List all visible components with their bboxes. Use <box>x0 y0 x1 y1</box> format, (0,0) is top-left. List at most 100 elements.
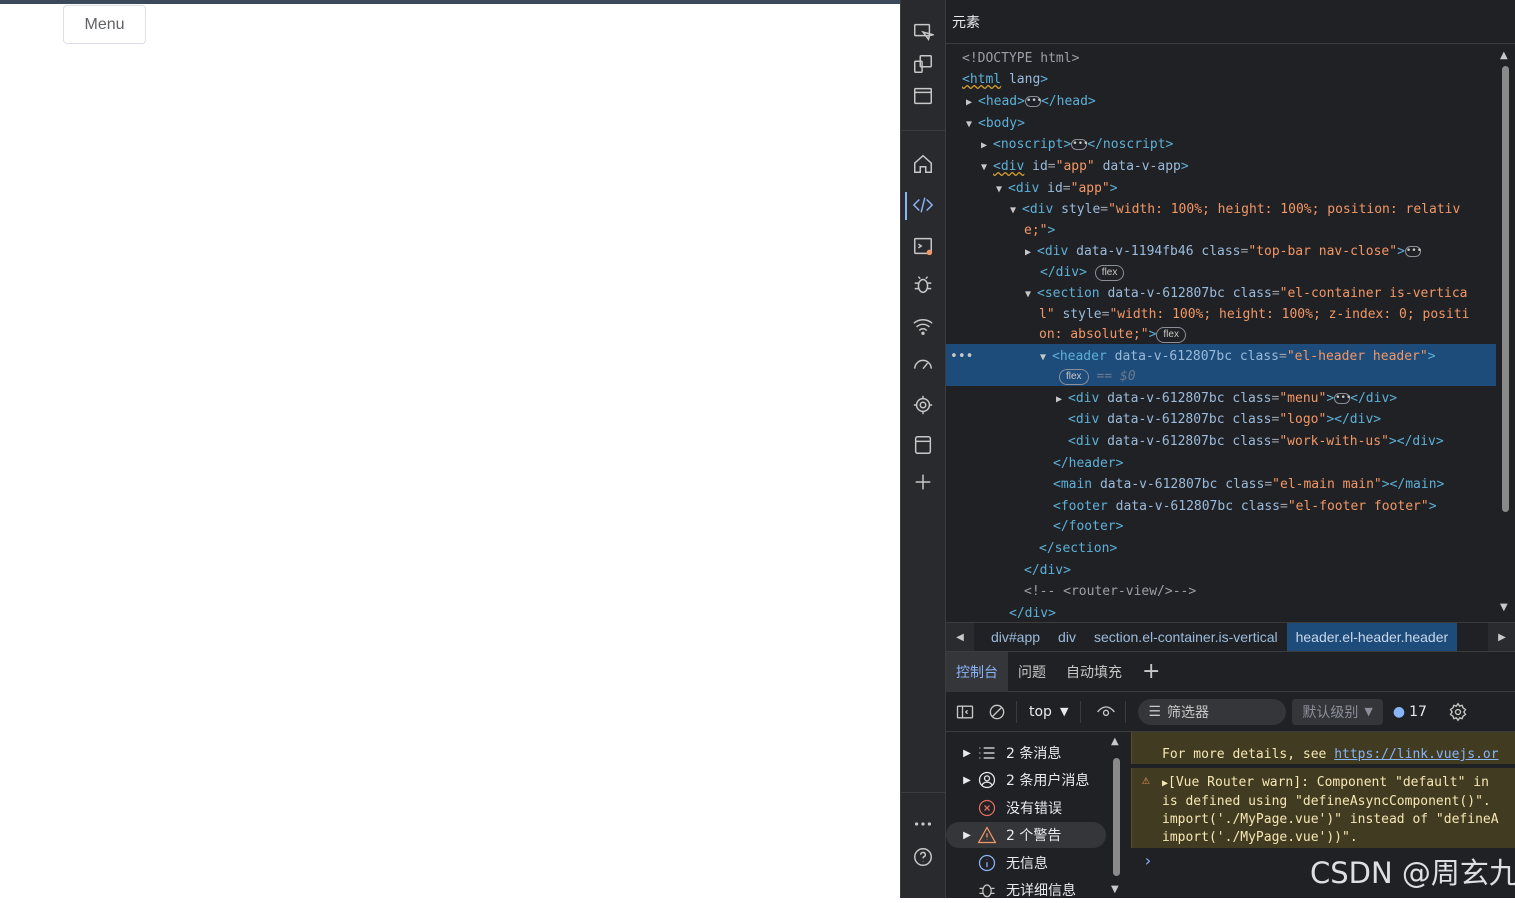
docs-link[interactable]: https://link.vuejs.or <box>1334 747 1498 762</box>
console-toolbar: top ▼ ☰ 筛选器 默认级别 ▼ ● 17 <box>946 692 1515 732</box>
console-warning[interactable]: ⚠ ▶[Vue Router warn]: Component "default… <box>1131 768 1515 848</box>
dom-node[interactable]: ▶ <noscript>•••</noscript> <box>981 134 1496 155</box>
dom-node-wrap: on: absolute;"> flex <box>1039 324 1496 345</box>
web-page: Menu <box>0 0 900 898</box>
sidebar-item-info[interactable]: 无信息 <box>946 850 1106 876</box>
dom-node[interactable]: </div> <box>1024 560 1496 581</box>
inspect-icon[interactable] <box>911 20 935 44</box>
breadcrumb-item[interactable]: div#app <box>982 623 1049 651</box>
message-icon: ● <box>1392 703 1406 720</box>
list-icon <box>976 742 998 764</box>
console-prompt-icon[interactable]: › <box>1143 852 1153 870</box>
breadcrumb: ◀ div#app div section.el-container.is-ve… <box>946 622 1515 652</box>
settings-gear-icon[interactable] <box>1445 699 1471 725</box>
sidebar-item-errors[interactable]: 没有错误 <box>946 795 1106 821</box>
dom-node[interactable]: ▼ <section data-v-612807bc class="el-cont… <box>1025 283 1496 304</box>
dom-node[interactable]: <!DOCTYPE html> <box>962 48 1496 69</box>
info-icon <box>976 852 998 874</box>
dom-node[interactable]: <main data-v-612807bc class="el-main mai… <box>1053 474 1496 495</box>
tab-issues[interactable]: 问题 <box>1008 652 1056 692</box>
tab-console[interactable]: 控制台 <box>946 651 1008 692</box>
dom-node[interactable]: ▼ <div style="width: 100%; height: 100%; … <box>1010 199 1496 220</box>
help-icon[interactable] <box>911 845 935 869</box>
device-toggle-icon[interactable] <box>911 52 935 76</box>
dropdown-icon: ▼ <box>1364 705 1373 718</box>
context-selector[interactable]: top ▼ <box>1023 704 1074 720</box>
network-icon[interactable] <box>911 314 935 338</box>
sidebar-item-warnings[interactable]: ▶ 2 个警告 <box>946 822 1106 848</box>
console-sidebar: ▶ 2 条消息 ▶ 2 条用户消息 没有错误 ▶ 2 个警告 无信息 无详细信息 <box>946 732 1129 899</box>
elements-scrollbar[interactable]: ▲ ▼ <box>1498 50 1512 616</box>
dom-node[interactable]: </div> <box>1009 603 1496 620</box>
message-count-badge[interactable]: ● 17 <box>1393 704 1427 720</box>
sidebar-toggle-icon[interactable] <box>952 699 978 725</box>
dom-node-wrap: </div> flex <box>1040 262 1496 283</box>
scrollbar-thumb[interactable] <box>1113 758 1120 876</box>
dom-node[interactable]: ▶ <div data-v-1194fb46 class="top-bar nav… <box>1025 241 1496 262</box>
clear-console-icon[interactable] <box>984 699 1010 725</box>
sidebar-item-verbose[interactable]: 无详细信息 <box>946 877 1106 903</box>
dom-node[interactable]: ▼ <div id="app" data-v-app> <box>981 156 1496 177</box>
watermark: CSDN @周玄九 <box>1310 856 1515 890</box>
flex-badge[interactable]: flex <box>1059 368 1089 385</box>
dom-node-wrap: flex == $0 <box>1059 366 1496 387</box>
elements-title: 元素 <box>946 0 1515 44</box>
performance-icon[interactable] <box>911 353 935 377</box>
scrollbar-thumb[interactable] <box>1502 66 1509 512</box>
elements-panel: 元素 <!DOCTYPE html> <html lang> ▶ <head>••… <box>946 0 1515 652</box>
warning-icon: ⚠ <box>1142 773 1150 788</box>
breadcrumb-item[interactable]: section.el-container.is-vertical <box>1085 623 1287 651</box>
log-level-select[interactable]: 默认级别 ▼ <box>1292 698 1383 725</box>
dom-node[interactable]: </header> <box>1053 453 1496 474</box>
dom-node[interactable]: ▼ <div id="app"> <box>996 178 1496 199</box>
dom-comment[interactable]: <!-- <router-view/>--> <box>1024 581 1496 602</box>
dom-node-wrap: l" style="width: 100%; height: 100%; z-i… <box>1039 307 1470 322</box>
filter-icon: ☰ <box>1148 703 1161 720</box>
sidebar-item-messages[interactable]: ▶ 2 条消息 <box>946 740 1106 766</box>
home-icon[interactable] <box>911 152 935 176</box>
add-tab-icon[interactable]: + <box>1132 652 1170 692</box>
console-icon[interactable] <box>911 234 935 258</box>
dom-node[interactable]: </footer> <box>1053 516 1496 537</box>
sidebar-scrollbar[interactable]: ▲ ▼ <box>1111 736 1123 898</box>
sidebar-item-user-messages[interactable]: ▶ 2 条用户消息 <box>946 767 1106 793</box>
devtools-panel: 元素 <!DOCTYPE html> <html lang> ▶ <head>••… <box>900 0 1515 899</box>
breadcrumb-item[interactable]: div <box>1049 623 1085 651</box>
memory-icon[interactable] <box>911 393 935 417</box>
breadcrumb-scroll-left-icon[interactable]: ◀ <box>946 623 974 651</box>
dock-icon[interactable] <box>911 84 935 108</box>
breadcrumb-item-active[interactable]: header.el-header.header <box>1286 623 1458 651</box>
flex-badge[interactable]: flex <box>1156 326 1186 343</box>
active-tool-indicator <box>905 192 907 220</box>
dom-node[interactable]: <div data-v-612807bc class="work-with-us… <box>1068 431 1496 452</box>
dom-node[interactable]: ▶ <head>•••</head> <box>966 91 1496 112</box>
activity-bar <box>901 0 946 898</box>
application-icon[interactable] <box>911 433 935 457</box>
dom-node[interactable]: </section> <box>1039 538 1496 559</box>
drawer-tabs: 控制台 问题 自动填充 + <box>946 651 1515 692</box>
dropdown-icon: ▼ <box>1059 705 1069 718</box>
more-tools-icon[interactable] <box>911 812 935 836</box>
tab-autofill[interactable]: 自动填充 <box>1056 652 1132 692</box>
live-expression-icon[interactable] <box>1093 699 1119 725</box>
dom-node[interactable]: <footer data-v-612807bc class="el-footer… <box>1053 496 1496 517</box>
dom-node[interactable]: <html lang> <box>962 69 1496 90</box>
error-icon <box>976 797 998 819</box>
breadcrumb-scroll-right-icon[interactable]: ▶ <box>1488 623 1515 651</box>
dom-node[interactable]: ▼ <body> <box>966 113 1496 134</box>
dom-node[interactable]: ▶ <div data-v-612807bc class="menu">•••</… <box>1056 388 1496 409</box>
dom-node-wrap: e;"> <box>1024 223 1056 238</box>
add-tool-icon[interactable] <box>911 470 935 494</box>
menu-button[interactable]: Menu <box>63 5 146 44</box>
sources-icon[interactable] <box>911 273 935 297</box>
warning-icon <box>976 824 998 846</box>
dom-node-selected[interactable]: ▼ <header data-v-612807bc class="el-heade… <box>1040 346 1496 367</box>
console-message: For more details, see https://link.vuejs… <box>1131 732 1515 764</box>
top-accent-line <box>0 0 900 4</box>
elements-icon[interactable] <box>911 193 935 217</box>
filter-input[interactable]: ☰ 筛选器 <box>1138 698 1287 725</box>
dom-node[interactable]: <div data-v-612807bc class="logo"></div> <box>1068 409 1496 430</box>
dom-tree: <!DOCTYPE html> <html lang> ▶ <head>•••</… <box>946 44 1496 620</box>
user-icon <box>976 769 998 791</box>
flex-badge[interactable]: flex <box>1094 264 1125 281</box>
